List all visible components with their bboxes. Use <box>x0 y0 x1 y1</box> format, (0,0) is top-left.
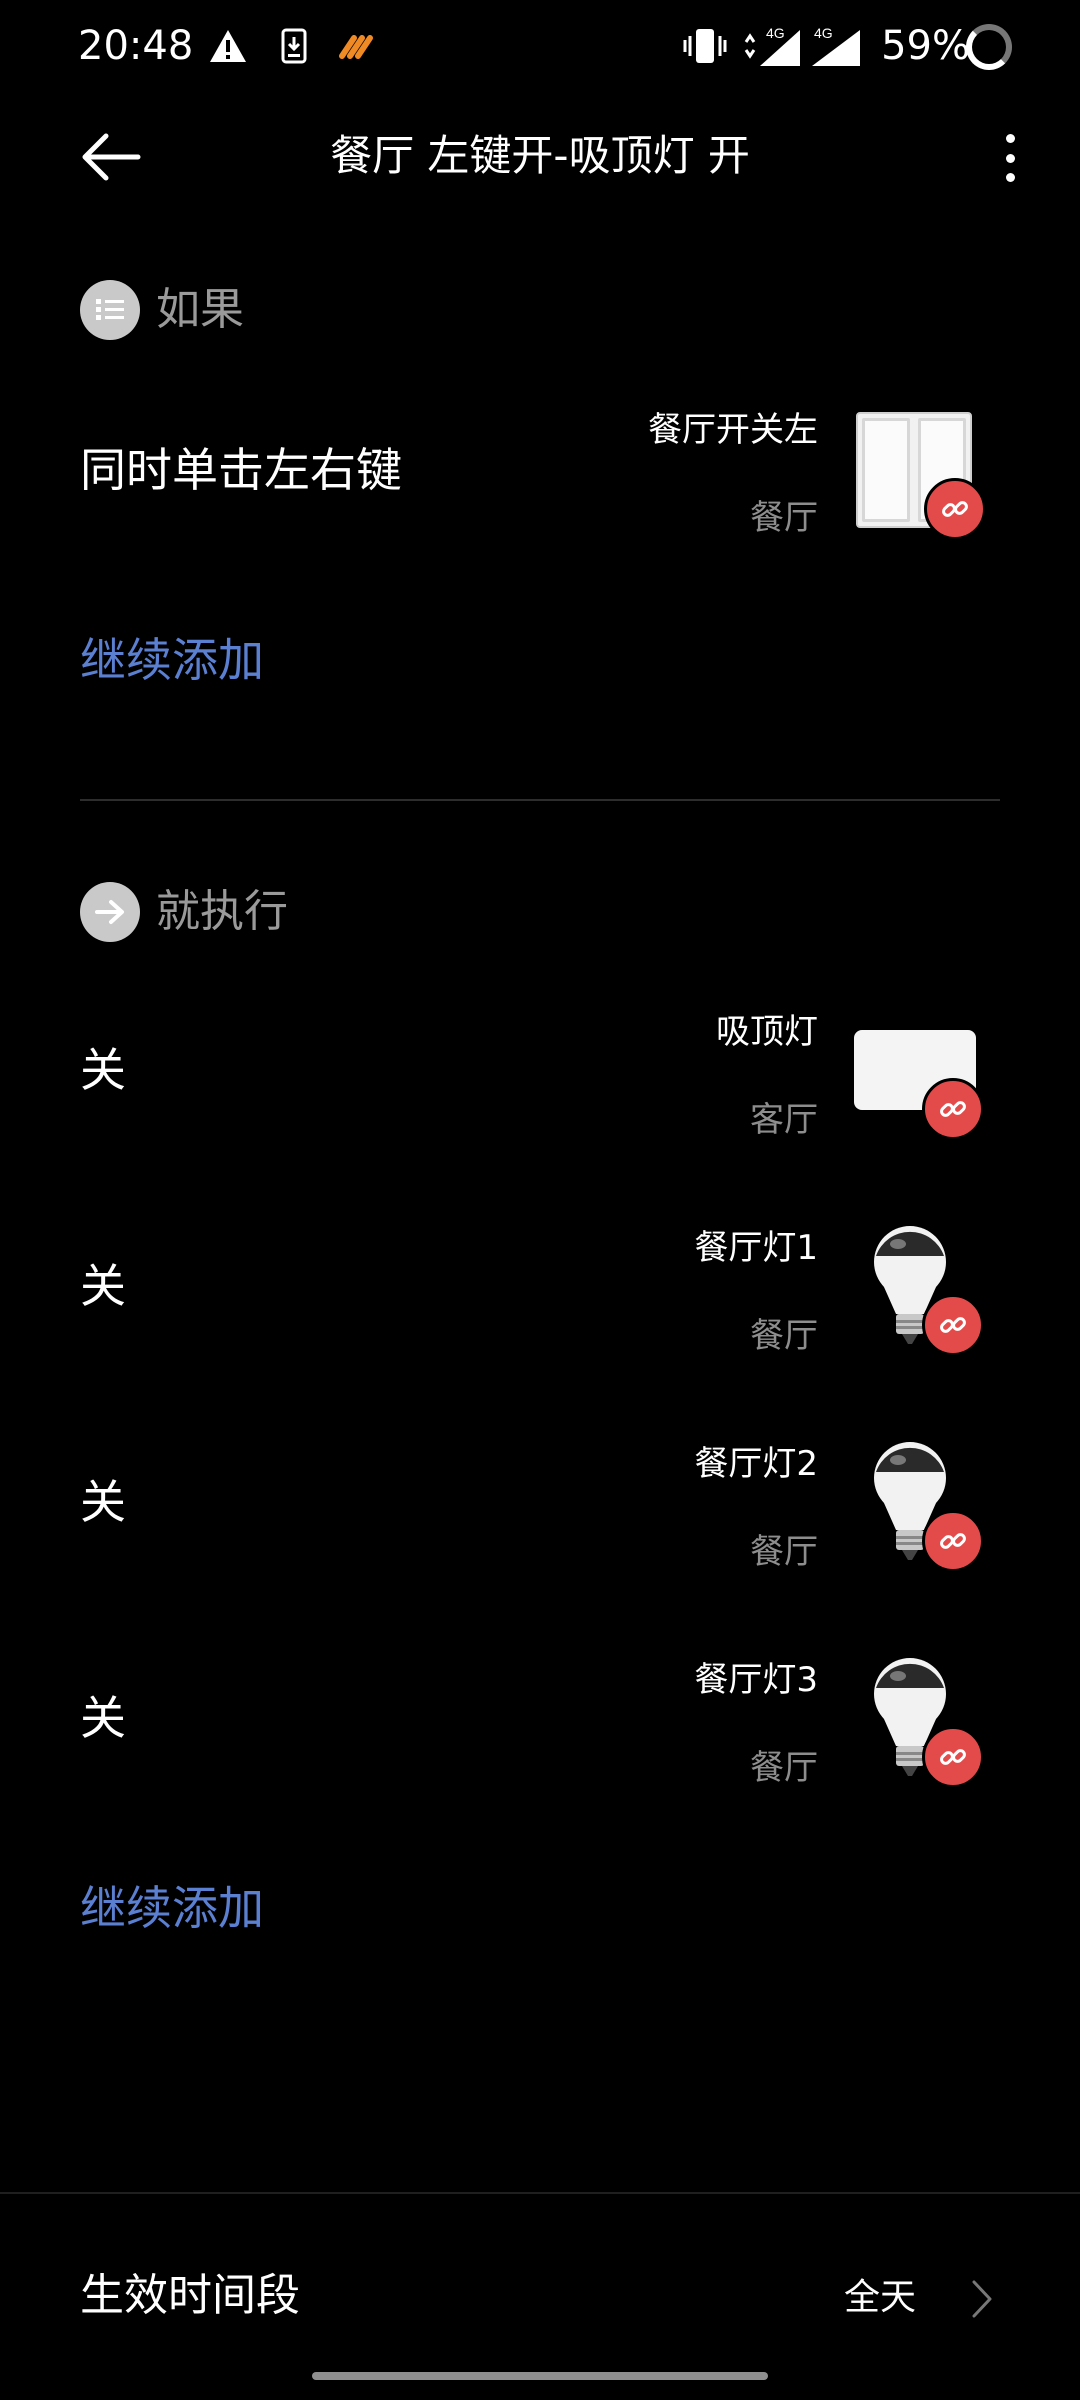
unlink-icon <box>924 478 986 540</box>
action-device-room: 客厅 <box>750 1100 818 1140</box>
vibrate-icon <box>682 22 728 70</box>
action-device-name: 餐厅灯2 <box>694 1444 818 1484</box>
unlink-icon <box>922 1726 984 1788</box>
list-icon <box>80 280 140 340</box>
trigger-device-room: 餐厅 <box>750 498 818 538</box>
trigger-action: 同时单击左右键 <box>80 443 402 497</box>
action-device-room: 餐厅 <box>750 1532 818 1572</box>
signal-4g-icon: 4G <box>808 22 864 70</box>
battery-percentage: 59% <box>881 23 970 69</box>
section-divider <box>80 799 1000 801</box>
svg-text:4G: 4G <box>814 25 833 41</box>
action-device-name: 餐厅灯1 <box>694 1228 818 1268</box>
app-notification-icon <box>336 22 376 70</box>
effective-period-value: 全天 <box>843 2277 916 2318</box>
unlink-icon <box>922 1510 984 1572</box>
home-indicator[interactable] <box>312 2372 768 2380</box>
battery-ring-icon <box>966 24 1012 70</box>
unlink-icon <box>922 1294 984 1356</box>
svg-text:4G: 4G <box>766 25 785 41</box>
action-device-room: 餐厅 <box>750 1316 818 1356</box>
action-device-name: 餐厅灯3 <box>694 1660 818 1700</box>
warning-icon <box>206 22 250 70</box>
unlink-icon <box>922 1078 984 1140</box>
trigger-device-name: 餐厅开关左 <box>648 410 818 450</box>
bottom-divider <box>0 2192 1080 2194</box>
if-section-label: 如果 <box>156 284 244 335</box>
download-notification-icon <box>276 22 312 70</box>
action-device-name: 吸顶灯 <box>716 1012 818 1052</box>
page-title: 餐厅 左键开-吸顶灯 开 <box>330 131 750 180</box>
then-section-label: 就执行 <box>156 886 288 937</box>
action-state: 关 <box>80 1475 126 1529</box>
action-state: 关 <box>80 1259 126 1313</box>
then-add-more-link[interactable]: 继续添加 <box>80 1878 264 1938</box>
action-device-room: 餐厅 <box>750 1748 818 1788</box>
more-vertical-icon[interactable] <box>988 128 1032 188</box>
arrow-right-icon <box>80 882 140 942</box>
chevron-right-icon <box>964 2274 1000 2324</box>
action-state: 关 <box>80 1691 126 1745</box>
action-state: 关 <box>80 1043 126 1097</box>
effective-period-label: 生效时间段 <box>80 2270 300 2321</box>
status-time: 20:48 <box>78 23 194 69</box>
if-add-more-link[interactable]: 继续添加 <box>80 630 264 690</box>
signal-4g-icon: 4G <box>740 22 804 70</box>
